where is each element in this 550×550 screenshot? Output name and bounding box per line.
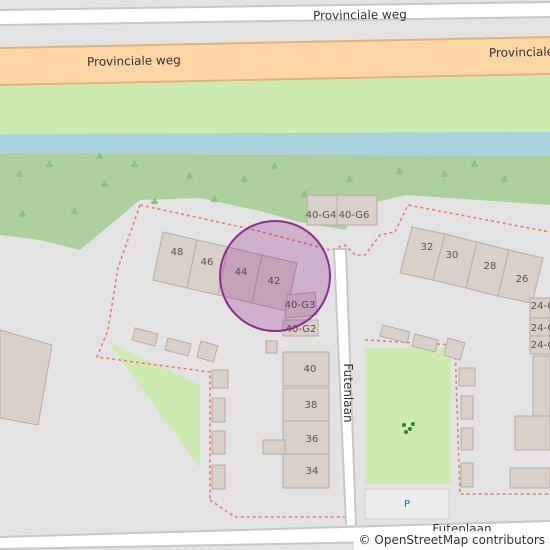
park	[365, 348, 451, 484]
building-24-e	[509, 467, 550, 489]
building-24-f	[532, 355, 550, 417]
svg-text:♣: ♣	[470, 160, 479, 171]
canal	[0, 132, 550, 156]
svg-text:♣: ♣	[345, 175, 354, 186]
garage-d	[211, 369, 229, 389]
svg-text:♣: ♣	[45, 160, 54, 171]
svg-text:♣: ♣	[440, 170, 449, 181]
house-number-40-g4: 40-G4	[306, 210, 337, 221]
house-number-32: 32	[421, 242, 434, 253]
house-number-40: 40	[304, 364, 317, 375]
house-number-30: 30	[446, 250, 459, 261]
garage-m	[460, 427, 474, 451]
house-number-34: 34	[306, 466, 319, 477]
building-24-d	[514, 415, 550, 451]
svg-text:♣: ♣	[270, 162, 279, 173]
garage-e	[211, 397, 226, 423]
road-label-futenlaan-vertical: Futenlaan	[341, 363, 355, 422]
house-number-28: 28	[484, 261, 497, 272]
garage-k	[458, 367, 476, 387]
house-number-40-g6: 40-G6	[339, 210, 370, 221]
house-number-48: 48	[171, 247, 184, 258]
house-number-38: 38	[305, 400, 318, 411]
svg-text:♣: ♣	[15, 170, 24, 181]
house-number-46: 46	[201, 257, 214, 268]
svg-text:♣: ♣	[500, 175, 509, 186]
garage-l	[460, 395, 474, 420]
road-label-provinciale-weg-main: Provinciale weg	[87, 53, 181, 69]
house-number-24-g-c: 24-G	[531, 340, 550, 351]
map[interactable]: ♣♣♣ ♣♣♣ ♣♣♣ ♣♣♣ ♣ ♣♣ ♣♣♣ P Provinciale w…	[0, 0, 550, 550]
svg-text:♣: ♣	[150, 197, 159, 208]
building-34-annex	[262, 439, 286, 455]
parking-label: P	[404, 499, 410, 510]
garage-n	[460, 462, 474, 488]
svg-text:♣: ♣	[185, 172, 194, 183]
house-number-36: 36	[306, 434, 319, 445]
garage-g	[211, 464, 226, 490]
building-small-0	[265, 340, 278, 354]
svg-text:♣: ♣	[210, 195, 219, 206]
svg-text:♣: ♣	[100, 180, 109, 191]
svg-text:♣: ♣	[395, 167, 404, 178]
attribution: © OpenStreetMap contributors	[353, 531, 550, 550]
garage-f	[211, 430, 226, 455]
house-number-26: 26	[516, 274, 529, 285]
svg-text:♣: ♣	[240, 175, 249, 186]
svg-text:♣: ♣	[130, 160, 139, 171]
road-label-provinciale-weg-top: Provinciale weg	[313, 7, 407, 22]
svg-text:♣: ♣	[70, 207, 79, 218]
attribution-link[interactable]: OpenStreetMap contributors	[374, 533, 545, 547]
house-number-24-g-b: 24-G	[531, 323, 550, 334]
copyright-symbol: ©	[358, 533, 371, 547]
svg-text:♣: ♣	[18, 210, 27, 221]
location-marker[interactable]	[219, 220, 331, 332]
svg-text:♣: ♣	[95, 152, 104, 163]
house-number-24-g-a: 24-G	[531, 301, 550, 312]
road-label-provinciale-right: Provinciale	[489, 45, 550, 60]
